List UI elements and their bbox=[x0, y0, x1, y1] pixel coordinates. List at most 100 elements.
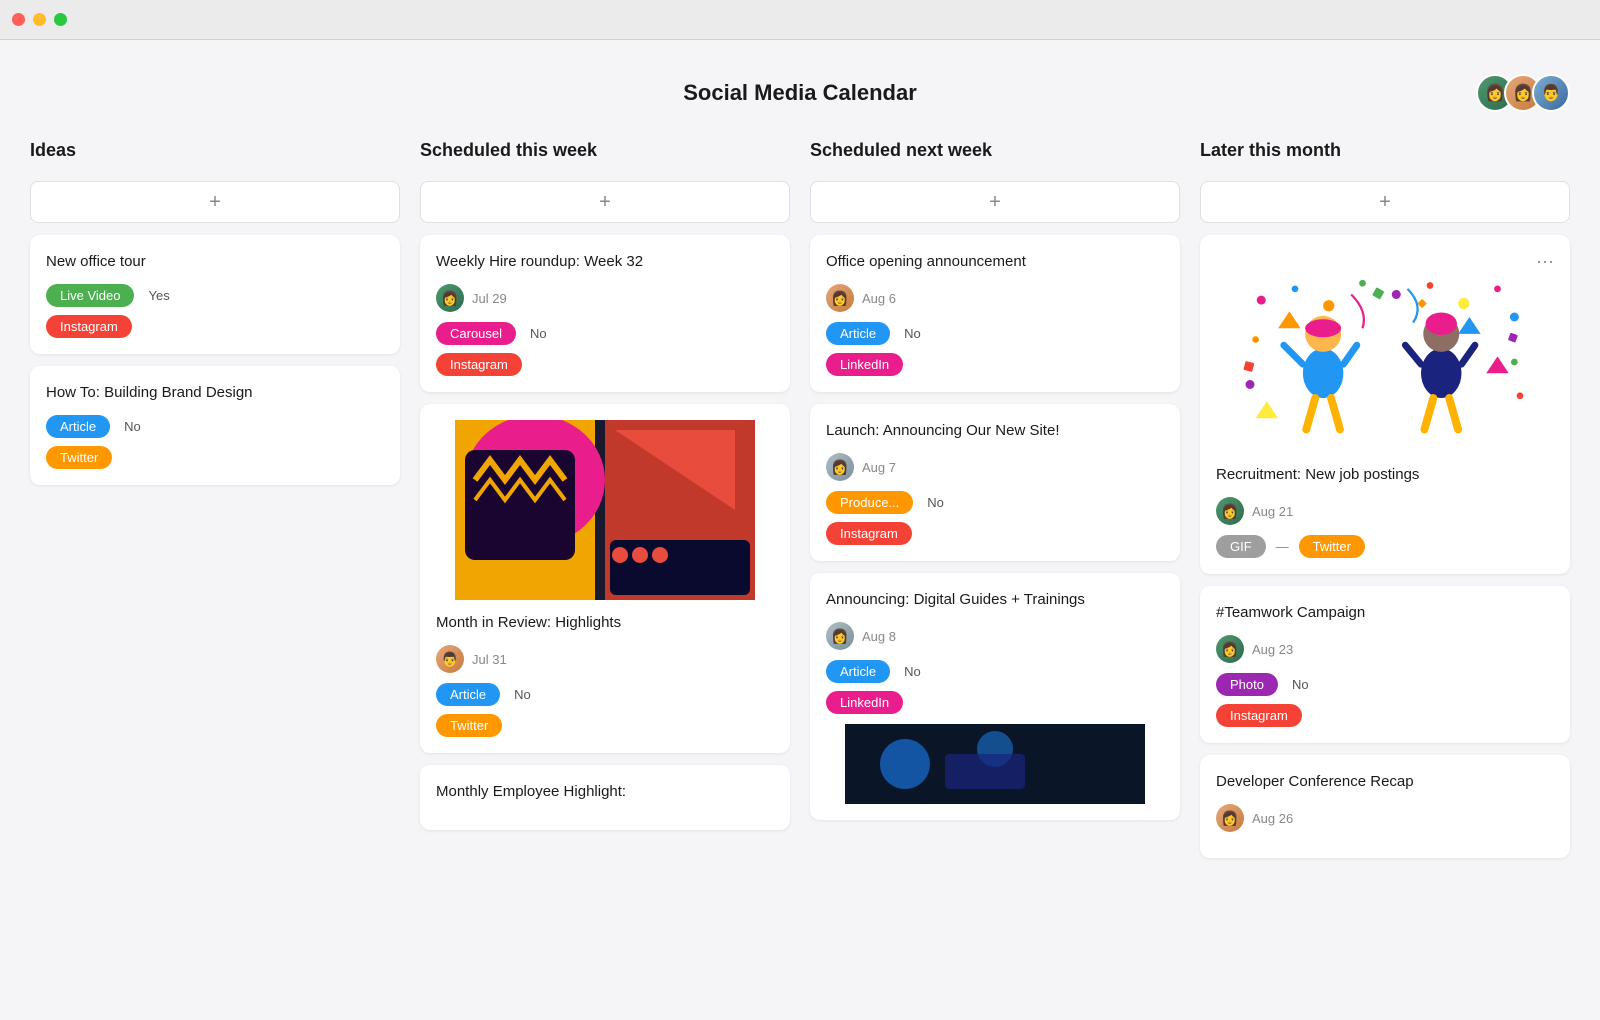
page-title: Social Media Calendar bbox=[683, 80, 917, 106]
column-later: Later this month + ··· bbox=[1200, 136, 1570, 858]
card-digital-guides-tags: Article No bbox=[826, 660, 1164, 683]
card-weekly-hire-extra-tags: Instagram bbox=[436, 353, 774, 376]
card-office-opening-field1: No bbox=[904, 326, 921, 341]
card-digital-guides-extra-tags: LinkedIn bbox=[826, 691, 1164, 714]
card-weekly-hire: Weekly Hire roundup: Week 32 👩 Jul 29 Ca… bbox=[420, 235, 790, 392]
tag-produce: Produce... bbox=[826, 491, 913, 514]
add-card-ideas[interactable]: + bbox=[30, 181, 400, 223]
column-next-week: Scheduled next week + Office opening ann… bbox=[810, 136, 1180, 858]
tag-instagram-4: Instagram bbox=[1216, 704, 1302, 727]
tag-gif: GIF bbox=[1216, 535, 1266, 558]
card-new-office-extra-tags: Instagram bbox=[46, 315, 384, 338]
card-weekly-hire-title: Weekly Hire roundup: Week 32 bbox=[436, 251, 774, 272]
card-digital-guides: Announcing: Digital Guides + Trainings 👩… bbox=[810, 573, 1180, 820]
card-new-site-title: Launch: Announcing Our New Site! bbox=[826, 420, 1164, 441]
tag-article-4: Article bbox=[826, 660, 890, 683]
card-month-review-avatar: 👨 bbox=[436, 645, 464, 673]
card-new-site-field1: No bbox=[927, 495, 944, 510]
header: Social Media Calendar 👩 👩 👨 bbox=[30, 60, 1570, 136]
card-brand-design-tags: Article No bbox=[46, 415, 384, 438]
add-card-later[interactable]: + bbox=[1200, 181, 1570, 223]
tag-twitter-1: Twitter bbox=[46, 446, 112, 469]
column-next-week-header: Scheduled next week bbox=[810, 136, 1180, 169]
column-this-week: Scheduled this week + Weekly Hire roundu… bbox=[420, 136, 790, 858]
card-digital-guides-date: Aug 8 bbox=[862, 629, 896, 644]
add-card-next-week[interactable]: + bbox=[810, 181, 1180, 223]
card-dev-conference-date: Aug 26 bbox=[1252, 811, 1293, 826]
card-month-review: Month in Review: Highlights 👨 Jul 31 Art… bbox=[420, 404, 790, 753]
close-dot[interactable] bbox=[12, 13, 25, 26]
card-recruitment-meta: 👩 Aug 21 bbox=[1216, 497, 1554, 525]
tag-linkedin-1: LinkedIn bbox=[826, 353, 903, 376]
card-month-review-tags: Article No bbox=[436, 683, 774, 706]
column-this-week-header: Scheduled this week bbox=[420, 136, 790, 169]
card-teamwork-avatar: 👩 bbox=[1216, 635, 1244, 663]
card-recruitment-image bbox=[1216, 272, 1554, 452]
card-new-site-tags: Produce... No bbox=[826, 491, 1164, 514]
card-teamwork-date: Aug 23 bbox=[1252, 642, 1293, 657]
card-new-office: New office tour Live Video Yes Instagram bbox=[30, 235, 400, 354]
card-brand-design-title: How To: Building Brand Design bbox=[46, 382, 384, 403]
add-card-this-week[interactable]: + bbox=[420, 181, 790, 223]
card-new-office-title: New office tour bbox=[46, 251, 384, 272]
card-teamwork: #Teamwork Campaign 👩 Aug 23 Photo No Ins… bbox=[1200, 586, 1570, 743]
card-new-site-extra-tags: Instagram bbox=[826, 522, 1164, 545]
maximize-dot[interactable] bbox=[54, 13, 67, 26]
column-ideas: Ideas + New office tour Live Video Yes I… bbox=[30, 136, 400, 858]
tag-twitter-2: Twitter bbox=[436, 714, 502, 737]
card-weekly-hire-meta: 👩 Jul 29 bbox=[436, 284, 774, 312]
card-recruitment-date: Aug 21 bbox=[1252, 504, 1293, 519]
card-month-review-meta: 👨 Jul 31 bbox=[436, 645, 774, 673]
card-digital-guides-avatar: 👩 bbox=[826, 622, 854, 650]
card-dev-conference: Developer Conference Recap 👩 Aug 26 bbox=[1200, 755, 1570, 858]
card-month-review-date: Jul 31 bbox=[472, 652, 507, 667]
tag-article-1: Article bbox=[46, 415, 110, 438]
tag-instagram-1: Instagram bbox=[46, 315, 132, 338]
card-month-review-title: Month in Review: Highlights bbox=[436, 612, 774, 633]
tag-article-3: Article bbox=[826, 322, 890, 345]
tag-instagram-3: Instagram bbox=[826, 522, 912, 545]
card-office-opening-date: Aug 6 bbox=[862, 291, 896, 306]
card-teamwork-field1: No bbox=[1292, 677, 1309, 692]
card-weekly-hire-date: Jul 29 bbox=[472, 291, 507, 306]
card-weekly-hire-tags: Carousel No bbox=[436, 322, 774, 345]
tag-linkedin-2: LinkedIn bbox=[826, 691, 903, 714]
card-month-review-image bbox=[436, 420, 774, 600]
card-digital-guides-meta: 👩 Aug 8 bbox=[826, 622, 1164, 650]
card-office-opening-avatar: 👩 bbox=[826, 284, 854, 312]
tag-carousel: Carousel bbox=[436, 322, 516, 345]
card-office-opening-extra-tags: LinkedIn bbox=[826, 353, 1164, 376]
minimize-dot[interactable] bbox=[33, 13, 46, 26]
tag-photo: Photo bbox=[1216, 673, 1278, 696]
column-ideas-header: Ideas bbox=[30, 136, 400, 169]
card-monthly-employee: Monthly Employee Highlight: bbox=[420, 765, 790, 830]
card-office-opening-tags: Article No bbox=[826, 322, 1164, 345]
separator: — bbox=[1276, 539, 1289, 554]
card-new-office-tags: Live Video Yes bbox=[46, 284, 384, 307]
card-recruitment-more[interactable]: ··· bbox=[1536, 251, 1554, 272]
card-new-site-avatar: 👩 bbox=[826, 453, 854, 481]
card-weekly-hire-field1: No bbox=[530, 326, 547, 341]
card-dev-conference-avatar: 👩 bbox=[1216, 804, 1244, 832]
title-bar bbox=[0, 0, 1600, 40]
main-container: Social Media Calendar 👩 👩 👨 Ideas + New … bbox=[0, 40, 1600, 1020]
card-new-site: Launch: Announcing Our New Site! 👩 Aug 7… bbox=[810, 404, 1180, 561]
card-new-office-field1: Yes bbox=[148, 288, 169, 303]
card-teamwork-extra-tags: Instagram bbox=[1216, 704, 1554, 727]
card-recruitment: ··· bbox=[1200, 235, 1570, 574]
card-recruitment-title: Recruitment: New job postings bbox=[1216, 464, 1554, 485]
card-new-site-meta: 👩 Aug 7 bbox=[826, 453, 1164, 481]
card-digital-guides-field1: No bbox=[904, 664, 921, 679]
tag-instagram-2: Instagram bbox=[436, 353, 522, 376]
card-digital-guides-title: Announcing: Digital Guides + Trainings bbox=[826, 589, 1164, 610]
card-teamwork-title: #Teamwork Campaign bbox=[1216, 602, 1554, 623]
card-brand-design: How To: Building Brand Design Article No… bbox=[30, 366, 400, 485]
column-later-header: Later this month bbox=[1200, 136, 1570, 169]
card-office-opening-title: Office opening announcement bbox=[826, 251, 1164, 272]
header-avatars: 👩 👩 👨 bbox=[1476, 74, 1570, 112]
card-office-opening: Office opening announcement 👩 Aug 6 Arti… bbox=[810, 235, 1180, 392]
card-dev-conference-meta: 👩 Aug 26 bbox=[1216, 804, 1554, 832]
card-teamwork-meta: 👩 Aug 23 bbox=[1216, 635, 1554, 663]
avatar-3: 👨 bbox=[1532, 74, 1570, 112]
tag-live-video: Live Video bbox=[46, 284, 134, 307]
